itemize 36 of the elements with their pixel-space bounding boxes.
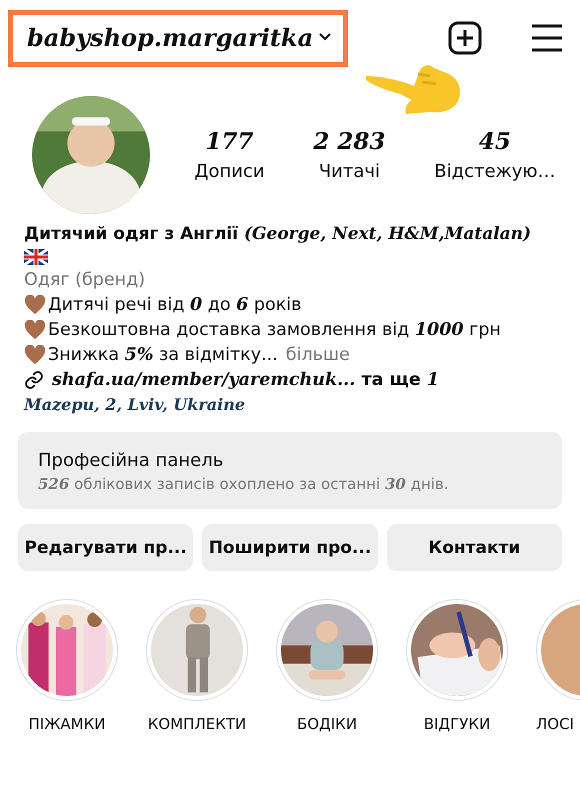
- stat-value: 177: [205, 128, 254, 155]
- highlight-label: ЛОСІ: [536, 715, 574, 733]
- stat-value: 45: [478, 128, 511, 155]
- profile-action-button[interactable]: Редагувати пр...: [18, 524, 194, 571]
- dashboard-subtitle: 526 облікових записів охоплено за останні 30 днів.: [38, 475, 450, 493]
- highlight-label: ВІДГУКИ: [424, 715, 490, 733]
- account-switcher[interactable]: babyshop.margaritka: [8, 10, 348, 66]
- highlight-label: КОМПЛЕКТИ: [148, 715, 246, 733]
- stat-label[interactable]: Відстежую…: [434, 161, 556, 182]
- more-link[interactable]: більше: [286, 345, 350, 365]
- heart-icon: [24, 320, 46, 340]
- link-icon: [24, 370, 44, 390]
- stat-label[interactable]: Читачі: [318, 161, 380, 182]
- pointing-hand-icon: [364, 62, 462, 116]
- dashboard-card[interactable]: Професійна панель 526 облікових записів охоплено за останні 30 днів.: [18, 432, 562, 509]
- add-icon[interactable]: [448, 21, 482, 55]
- caret-icon: [319, 33, 332, 41]
- highlight-label: БОДІКИ: [296, 715, 358, 733]
- profile-action-button[interactable]: Поширити про...: [202, 524, 378, 571]
- menu-icon[interactable]: [530, 23, 564, 53]
- website-link[interactable]: shafa.ua/member/yaremchuk... та ще 1: [52, 370, 440, 390]
- heart-icon: [24, 295, 46, 315]
- flag-icon: [24, 249, 48, 265]
- category-label: Одяг (бренд): [24, 270, 146, 290]
- stat-value: 2 283: [313, 128, 386, 155]
- heart-icon: [24, 345, 46, 365]
- bio-text: Дитячі речі від 0 до 6 років: [48, 295, 302, 315]
- bio-text: Безкоштовна доставка замовлення від 1000 грн: [48, 320, 501, 340]
- highlight-label: ПІЖАМКИ: [28, 715, 106, 733]
- stat-label[interactable]: Дописи: [194, 161, 265, 182]
- username: babyshop.margaritka: [27, 22, 314, 52]
- profile-action-button[interactable]: Контакти: [386, 524, 562, 571]
- location-link[interactable]: Mazepu, 2, Lviv, Ukraine: [24, 395, 556, 414]
- dashboard-title: Професійна панель: [38, 450, 224, 471]
- profile-name: Дитячий одяг з Англії (George, Next, H&M,Matalan): [24, 224, 532, 244]
- bio-text: Знижка 5% за відмітку...: [48, 345, 278, 365]
